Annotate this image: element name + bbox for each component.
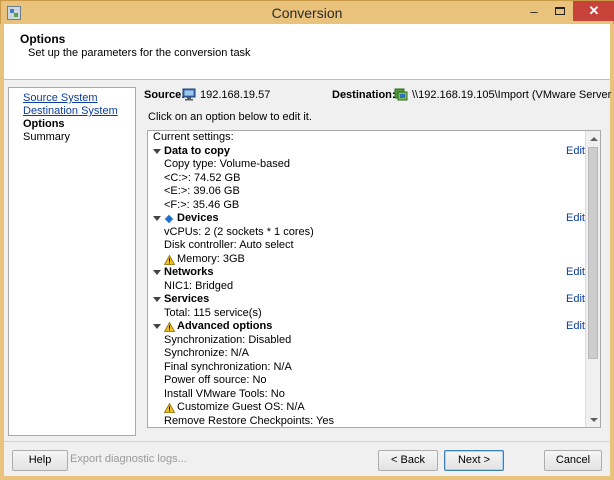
settings-list: Current settings: Data to copy Edit Copy t…: [148, 131, 586, 428]
source-destination-bar: Source: 192.168.19.57 Destination: \\192…: [144, 88, 614, 105]
page-title: Options: [20, 32, 66, 46]
setting-item[interactable]: <E:>: 39.06 GB: [148, 185, 586, 199]
section-advanced-options[interactable]: Advanced options Edit: [148, 320, 586, 334]
setting-text: Memory: 3GB: [177, 252, 245, 265]
expand-arrow-icon[interactable]: [153, 297, 161, 302]
setting-text: <C:>: 74.52 GB: [164, 171, 241, 184]
page-subtitle: Set up the parameters for the conversion…: [28, 47, 251, 59]
maximize-button[interactable]: [547, 1, 573, 21]
setting-text: Customize Guest OS: N/A: [177, 401, 305, 413]
expand-arrow-icon[interactable]: [153, 270, 161, 275]
section-title: Advanced options: [177, 320, 273, 332]
setting-item[interactable]: <C:>: 74.52 GB: [148, 172, 586, 186]
scroll-thumb[interactable]: [588, 147, 598, 359]
scroll-up-button[interactable]: [586, 131, 600, 146]
wizard-steps-panel: Source System Destination System Options…: [8, 87, 136, 436]
section-title: Data to copy: [164, 144, 231, 157]
arrow-down-icon: [589, 417, 598, 422]
nav-item-destination-system[interactable]: Destination System: [23, 105, 135, 118]
close-button[interactable]: ✕: [573, 1, 614, 21]
setting-text: Copy type: Volume-based: [164, 158, 290, 170]
expand-arrow-icon[interactable]: [153, 148, 161, 154]
back-button[interactable]: < Back: [378, 450, 438, 471]
setting-text: <F:>: 35.46 GB: [164, 198, 240, 211]
setting-text: vCPUs: 2 (2 sockets * 1 cores): [164, 225, 314, 238]
setting-text: Power off source: No: [164, 374, 267, 386]
setting-text: Final synchronization: N/A: [164, 360, 292, 373]
setting-item[interactable]: Copy type: Volume-based: [148, 158, 586, 172]
setting-text: Install VMware Tools: No: [164, 387, 285, 400]
setting-text: <E:>: 39.06 GB: [164, 185, 240, 197]
setting-item[interactable]: Synchronize: N/A: [148, 347, 586, 361]
setting-item[interactable]: Customize Guest OS: N/A: [148, 401, 586, 415]
section-networks[interactable]: Networks Edit: [148, 266, 586, 280]
setting-item[interactable]: Synchronization: Disabled: [148, 334, 586, 348]
nav-item-source-system[interactable]: Source System: [23, 92, 135, 105]
setting-item[interactable]: Memory: 3GB: [148, 253, 586, 267]
setting-text: Remove Restore Checkpoints: Yes: [164, 414, 334, 427]
maximize-icon: [555, 7, 565, 15]
device-diamond-icon: [164, 214, 174, 224]
edit-devices-link[interactable]: Edit: [566, 212, 585, 226]
warning-icon: [163, 254, 176, 265]
cancel-button[interactable]: Cancel: [544, 450, 602, 471]
scroll-down-button[interactable]: [586, 412, 600, 427]
setting-item[interactable]: vCPUs: 2 (2 sockets * 1 cores): [148, 226, 586, 240]
vmware-host-icon: [394, 88, 408, 101]
section-services[interactable]: Services Edit: [148, 293, 586, 307]
setting-text: NIC1: Bridged: [164, 279, 234, 292]
setting-text: Synchronize: N/A: [164, 347, 249, 359]
section-devices[interactable]: Devices Edit: [148, 212, 586, 226]
setting-text: Synchronization: Disabled: [164, 333, 292, 346]
section-data-to-copy[interactable]: Data to copy Edit: [148, 145, 586, 159]
minimize-button[interactable]: –: [521, 1, 547, 21]
section-title: Devices: [177, 212, 219, 224]
nav-item-options: Options: [23, 118, 65, 130]
instruction-text: Click on an option below to edit it.: [148, 111, 312, 123]
source-label: Source:: [144, 89, 185, 101]
setting-item[interactable]: Remove Restore Checkpoints: Yes: [148, 414, 586, 428]
section-title: Services: [164, 293, 210, 305]
expand-arrow-icon[interactable]: [153, 324, 161, 329]
next-button[interactable]: Next >: [444, 450, 504, 471]
expand-arrow-icon[interactable]: [153, 216, 161, 221]
source-address: 192.168.19.57: [200, 89, 271, 101]
export-diagnostic-logs-link[interactable]: Export diagnostic logs...: [70, 450, 212, 471]
destination-label: Destination:: [332, 89, 396, 101]
destination-path: \\192.168.19.105\Import (VMware Server 2…: [412, 89, 614, 101]
setting-item[interactable]: Total: 115 service(s): [148, 307, 586, 321]
edit-advanced-options-link[interactable]: Edit: [566, 320, 585, 334]
arrow-up-icon: [589, 136, 598, 141]
title-bar: Conversion – ✕: [0, 0, 614, 24]
edit-networks-link[interactable]: Edit: [566, 266, 585, 280]
help-button[interactable]: Help: [12, 450, 68, 471]
setting-item[interactable]: Final synchronization: N/A: [148, 361, 586, 375]
setting-text: Total: 115 service(s): [164, 306, 262, 319]
edit-services-link[interactable]: Edit: [566, 293, 585, 307]
setting-item[interactable]: Install VMware Tools: No: [148, 388, 586, 402]
setting-text: Disk controller: Auto select: [164, 239, 294, 251]
current-settings-label: Current settings:: [153, 131, 234, 143]
setting-item[interactable]: Disk controller: Auto select: [148, 239, 586, 253]
vertical-scrollbar[interactable]: [585, 131, 600, 427]
warning-icon: [163, 402, 176, 413]
setting-item[interactable]: NIC1: Bridged: [148, 280, 586, 294]
edit-data-to-copy-link[interactable]: Edit: [566, 145, 585, 159]
footer-divider: [4, 441, 610, 442]
section-title: Networks: [164, 266, 214, 278]
settings-panel[interactable]: Current settings: Data to copy Edit Copy t…: [147, 130, 601, 428]
page-header: Options Set up the parameters for the co…: [4, 24, 610, 80]
server-icon: [182, 88, 196, 101]
nav-item-summary: Summary: [23, 131, 71, 143]
warning-icon: [163, 321, 176, 332]
setting-item[interactable]: Power off source: No: [148, 374, 586, 388]
setting-item[interactable]: <F:>: 35.46 GB: [148, 199, 586, 213]
